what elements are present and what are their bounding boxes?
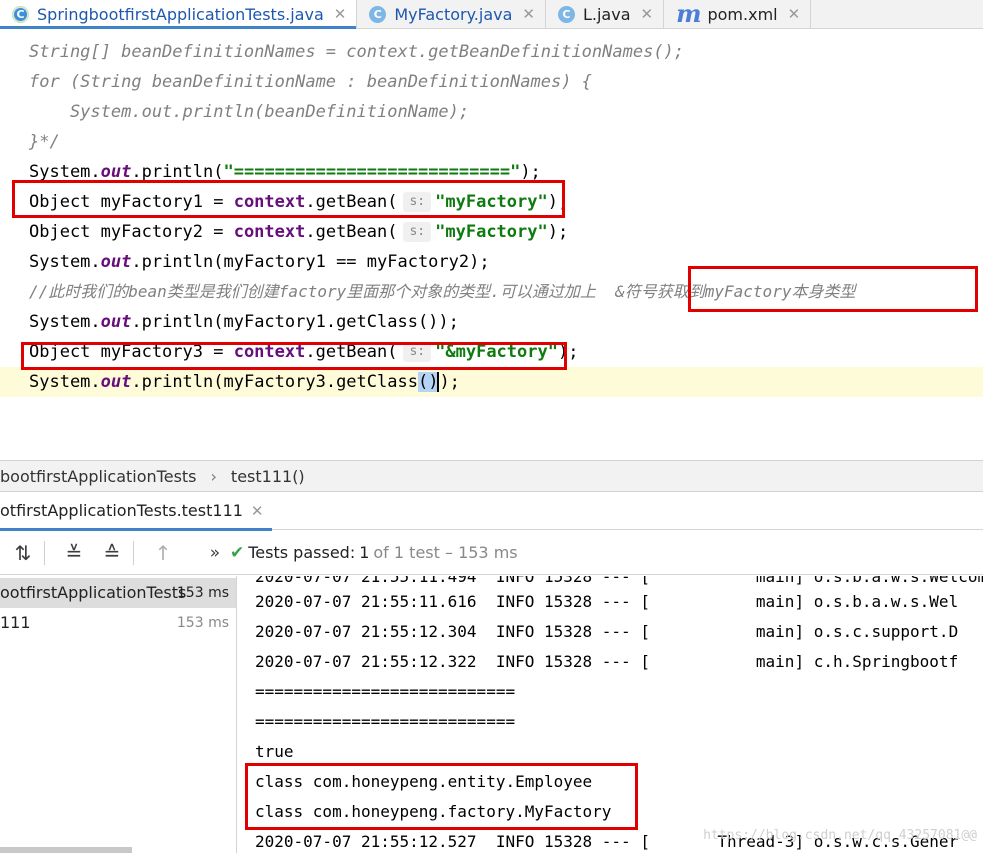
code-token: out bbox=[100, 372, 132, 392]
close-icon[interactable]: ✕ bbox=[334, 5, 347, 23]
console-line: =========================== bbox=[255, 682, 516, 701]
code-token: out bbox=[100, 252, 132, 272]
editor-tab-bar: C SpringbootfirstApplicationTests.java ✕… bbox=[0, 0, 983, 29]
console-line: =========================== bbox=[255, 712, 516, 731]
code-token: System. bbox=[29, 252, 101, 272]
highlight-box-getbean-myfactory bbox=[12, 180, 565, 218]
code-token: System. bbox=[29, 372, 101, 392]
tests-passed-count: 1 bbox=[359, 543, 370, 562]
tab-label: MyFactory.java bbox=[394, 4, 513, 24]
console-line: 2020-07-07 21:55:12.322 INFO 15328 --- [… bbox=[255, 652, 959, 671]
test-tree: ootfirstApplicationTests 153 ms 111 153 … bbox=[0, 576, 237, 853]
matched-parens: () bbox=[417, 372, 439, 392]
code-line: System.out.println(myFactory1 == myFacto… bbox=[29, 247, 490, 277]
code-line: System.out.println(myFactory3.getClass()… bbox=[29, 367, 460, 397]
run-tab-bar: otfirstApplicationTests.test111 ✕ bbox=[0, 492, 983, 531]
code-token: .println(myFactory1.getClass()); bbox=[131, 312, 459, 332]
highlight-box-comment bbox=[688, 266, 978, 312]
maven-icon: m bbox=[676, 0, 702, 28]
tab-pom-xml[interactable]: m pom.xml ✕ bbox=[664, 0, 812, 28]
up-arrow-icon[interactable]: ↑ bbox=[148, 538, 178, 568]
toolbar-divider bbox=[44, 540, 45, 565]
code-token: ); bbox=[547, 222, 569, 242]
code-line: }*/ bbox=[29, 132, 60, 152]
tab-myfactory[interactable]: C MyFactory.java ✕ bbox=[357, 0, 546, 28]
code-string: "myFactory" bbox=[435, 222, 548, 242]
test-tree-root[interactable]: ootfirstApplicationTests 153 ms bbox=[0, 578, 236, 608]
code-token: ); bbox=[439, 372, 460, 392]
code-token: ); bbox=[520, 162, 541, 182]
code-token: System. bbox=[29, 162, 101, 182]
parameter-hint: s: bbox=[403, 222, 432, 242]
tests-passed-label: Tests passed: bbox=[248, 543, 356, 562]
code-token: .println(myFactory1 == myFactory2); bbox=[131, 252, 490, 272]
code-token: .println(myFactory3.getClass bbox=[131, 372, 418, 392]
test-duration: 153 ms bbox=[176, 585, 229, 601]
more-actions-button[interactable]: » bbox=[200, 538, 230, 568]
code-token: Object myFactory2 = bbox=[29, 222, 234, 242]
console-line: 2020-07-07 21:55:12.304 INFO 15328 --- [… bbox=[255, 622, 959, 641]
class-icon: C bbox=[557, 5, 575, 23]
test-name: ootfirstApplicationTests bbox=[0, 583, 187, 602]
test-runner-toolbar: ⇅ ≚ ≙ ↑ » ✔ Tests passed: 1 of 1 test – … bbox=[0, 531, 983, 575]
code-line: System.out.println(beanDefinitionName); bbox=[29, 102, 470, 122]
breadcrumb-method[interactable]: test111() bbox=[231, 467, 305, 486]
toolbar-divider bbox=[133, 540, 134, 565]
highlight-box-getbean-ampersand bbox=[21, 342, 567, 370]
highlight-box-class-output bbox=[245, 763, 638, 830]
spring-test-class-icon: C bbox=[12, 5, 29, 23]
close-icon[interactable]: ✕ bbox=[641, 5, 654, 23]
code-token: System. bbox=[29, 312, 101, 332]
code-line: System.out.println(myFactory1.getClass()… bbox=[29, 307, 459, 337]
console-line: 2020-07-07 21:55:11.616 INFO 15328 --- [… bbox=[255, 592, 959, 611]
test-tree-item[interactable]: 111 153 ms bbox=[0, 608, 236, 638]
watermark: https://blog.csdn.net/qq_43257081@@ bbox=[703, 828, 977, 843]
code-token: .println( bbox=[131, 162, 224, 182]
collapse-all-icon[interactable]: ≙ bbox=[97, 538, 127, 568]
code-line: for (String beanDefinitionName : beanDef… bbox=[29, 72, 592, 92]
tab-springbootfirst-application-tests[interactable]: C SpringbootfirstApplicationTests.java ✕ bbox=[0, 0, 358, 29]
code-token: .getBean( bbox=[305, 222, 398, 242]
sort-icon[interactable]: ⇅ bbox=[8, 538, 38, 568]
close-icon[interactable]: ✕ bbox=[251, 502, 264, 520]
close-icon[interactable]: ✕ bbox=[522, 5, 535, 23]
breadcrumb-class[interactable]: bootfirstApplicationTests bbox=[0, 467, 197, 486]
tab-label: pom.xml bbox=[707, 4, 778, 24]
code-token: context bbox=[233, 222, 306, 242]
code-token: out bbox=[100, 162, 132, 182]
code-token: out bbox=[100, 312, 132, 332]
code-line: Object myFactory2 = context.getBean(s: "m… bbox=[29, 217, 568, 247]
console-output[interactable]: 2020-07-07 21:55:11.494 INFO 15328 --- [… bbox=[237, 576, 983, 853]
horizontal-scrollbar[interactable] bbox=[0, 847, 132, 853]
close-icon[interactable]: ✕ bbox=[788, 5, 801, 23]
run-tab[interactable]: otfirstApplicationTests.test111 ✕ bbox=[0, 492, 272, 531]
code-string: "===========================" bbox=[223, 162, 521, 182]
check-icon: ✔ bbox=[230, 542, 245, 563]
run-tab-label: otfirstApplicationTests.test111 bbox=[0, 501, 243, 520]
tab-l[interactable]: C L.java ✕ bbox=[546, 0, 665, 28]
code-line: String[] beanDefinitionNames = context.g… bbox=[29, 42, 685, 62]
test-duration: 153 ms bbox=[176, 615, 229, 631]
breadcrumb: bootfirstApplicationTests › test111() bbox=[0, 460, 983, 492]
tests-passed-summary: of 1 test – 153 ms bbox=[373, 543, 518, 562]
tab-label: SpringbootfirstApplicationTests.java bbox=[37, 4, 324, 24]
chevron-right-icon: › bbox=[210, 466, 217, 486]
expand-all-icon[interactable]: ≚ bbox=[59, 538, 89, 568]
test-name: 111 bbox=[0, 613, 31, 632]
class-icon: C bbox=[369, 5, 387, 23]
tab-label: L.java bbox=[582, 4, 631, 24]
code-editor[interactable]: String[] beanDefinitionNames = context.g… bbox=[0, 29, 983, 460]
